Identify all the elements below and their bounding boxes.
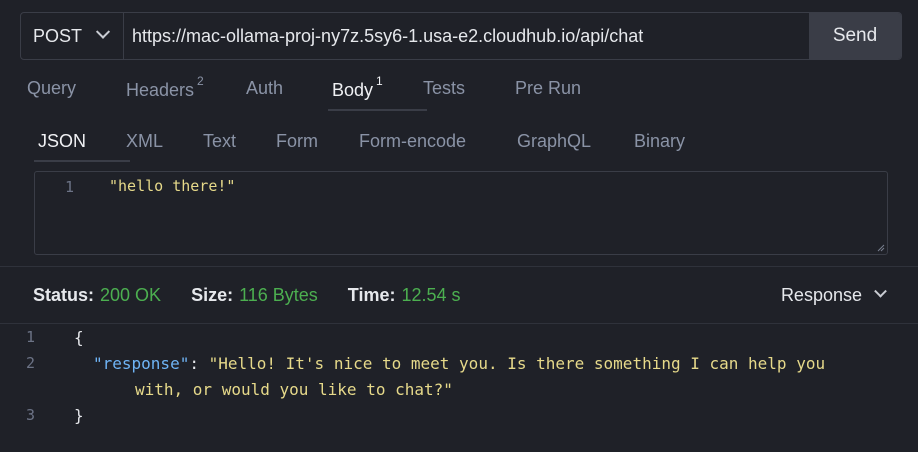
tab-label: Pre Run xyxy=(515,78,582,98)
response-view-label: Response xyxy=(780,285,862,305)
tab-pre-run[interactable]: Pre Run xyxy=(515,78,595,111)
tab-label: Body xyxy=(332,80,374,100)
url-input[interactable]: https://mac-ollama-proj-ny7z.5sy6-1.usa-… xyxy=(124,13,809,59)
editor-content[interactable]: "hello there!" xyxy=(109,177,235,195)
tab-label: Auth xyxy=(246,78,284,98)
chevron-down-icon xyxy=(95,24,111,39)
tab-badge: 1 xyxy=(376,74,383,88)
line-number: 1 xyxy=(65,178,75,196)
method-select[interactable]: POST xyxy=(21,13,124,59)
method-label: POST xyxy=(33,25,83,46)
chevron-down-icon xyxy=(874,284,887,298)
body-editor[interactable]: 1 "hello there!" xyxy=(34,171,888,255)
body-tab-graphql[interactable]: GraphQL xyxy=(517,131,634,162)
body-tab-form[interactable]: Form xyxy=(276,131,359,162)
code-text: } xyxy=(74,406,84,425)
line-number: 1 xyxy=(26,328,36,346)
response-status-bar: Status: 200 OK Size: 116 Bytes Time: 12.54 … xyxy=(33,285,491,306)
body-tab-json[interactable]: JSON xyxy=(34,131,130,162)
time-label: Time: xyxy=(347,285,396,305)
time-value: 12.54 s xyxy=(401,285,461,305)
request-bar: POST https://mac-ollama-proj-ny7z.5sy6-1… xyxy=(20,12,902,60)
status-group: Status: 200 OK xyxy=(33,285,161,306)
tab-label: Headers xyxy=(126,80,195,100)
tab-label: Tests xyxy=(423,78,466,98)
body-type-tabs: JSON XML Text Form Form-encode GraphQL B… xyxy=(34,131,704,162)
json-key: "response" xyxy=(93,354,190,373)
code-text: "response": "Hello! It's nice to meet yo… xyxy=(93,354,825,373)
status-label: Status: xyxy=(33,285,95,305)
size-value: 116 Bytes xyxy=(239,285,318,305)
send-button[interactable]: Send xyxy=(809,13,901,59)
code-text: { xyxy=(74,328,84,347)
tab-body[interactable]: Body 1 xyxy=(328,74,427,111)
json-string: with, or would you like to chat?" xyxy=(135,380,453,399)
body-tab-xml[interactable]: XML xyxy=(126,131,203,162)
json-string: "Hello! It's nice to meet you. Is there … xyxy=(208,354,826,373)
body-tab-form-encode[interactable]: Form-encode xyxy=(359,131,517,162)
time-group: Time: 12.54 s xyxy=(348,285,461,306)
tab-headers[interactable]: Headers 2 xyxy=(126,74,246,111)
tab-auth[interactable]: Auth xyxy=(246,78,332,111)
body-tab-text[interactable]: Text xyxy=(203,131,276,162)
tab-label: Query xyxy=(27,78,77,98)
divider xyxy=(0,266,918,267)
json-colon: : xyxy=(189,354,209,373)
request-tabs: Query Headers 2 Auth Body 1 Tests Pre Run xyxy=(27,74,595,111)
tab-query[interactable]: Query xyxy=(27,78,126,111)
line-number: 2 xyxy=(26,354,36,372)
status-value: 200 OK xyxy=(100,285,162,305)
line-number: 3 xyxy=(26,406,36,424)
body-tab-binary[interactable]: Binary xyxy=(634,131,704,162)
size-group: Size: 116 Bytes xyxy=(191,285,318,306)
size-label: Size: xyxy=(191,285,234,305)
tab-tests[interactable]: Tests xyxy=(423,78,515,111)
resize-handle-icon[interactable] xyxy=(877,244,885,252)
divider xyxy=(0,323,918,324)
tab-badge: 2 xyxy=(197,74,204,88)
response-view-select[interactable]: Response xyxy=(780,284,887,306)
